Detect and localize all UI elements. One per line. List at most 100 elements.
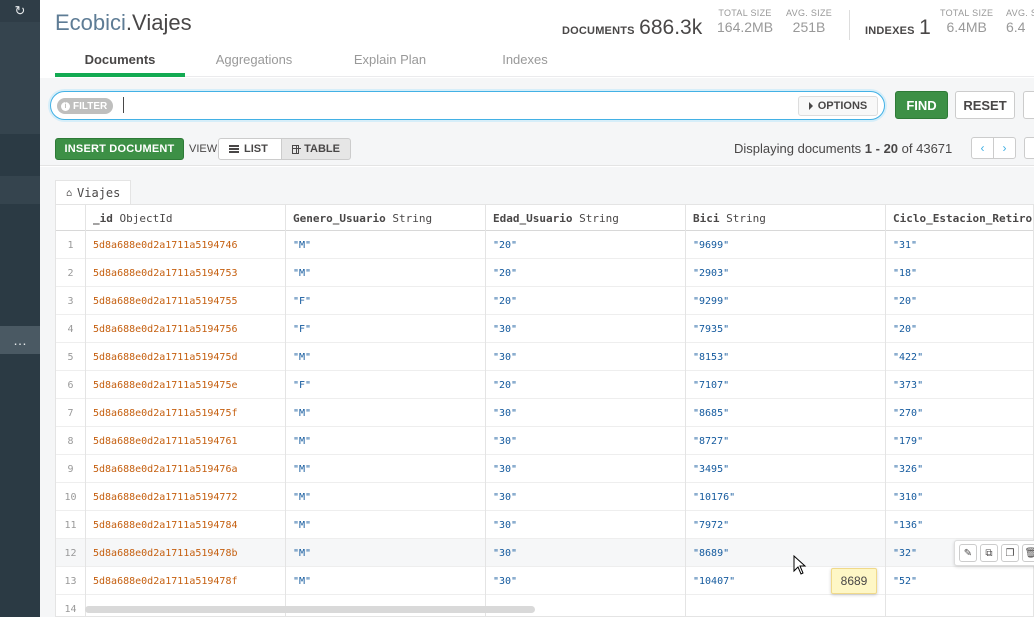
cell-bici[interactable]: "9299" bbox=[686, 287, 886, 315]
cell-edad[interactable]: "30" bbox=[486, 399, 686, 427]
cell-ciclo[interactable]: "270" bbox=[886, 399, 1033, 427]
table-row[interactable]: 2 5d8a688e0d2a1711a5194753 "M" "20" "290… bbox=[56, 259, 1033, 287]
cell-id[interactable]: 5d8a688e0d2a1711a5194753 bbox=[86, 259, 286, 287]
cell-edad[interactable]: "20" bbox=[486, 259, 686, 287]
cell-edad[interactable]: "20" bbox=[486, 231, 686, 259]
column-header[interactable]: Edad_Usuario String bbox=[486, 205, 686, 231]
cell-bici[interactable]: "3495" bbox=[686, 455, 886, 483]
cell-ciclo[interactable]: "179" bbox=[886, 427, 1033, 455]
cell-bici[interactable]: "7935" bbox=[686, 315, 886, 343]
table-row[interactable]: 6 5d8a688e0d2a1711a519475e "F" "20" "710… bbox=[56, 371, 1033, 399]
cell-genero[interactable]: "M" bbox=[286, 231, 486, 259]
cell-ciclo[interactable]: "422" bbox=[886, 343, 1033, 371]
cell-bici[interactable]: "8685" bbox=[686, 399, 886, 427]
cell-bici[interactable]: "2903" bbox=[686, 259, 886, 287]
delete-icon[interactable]: 🗑 bbox=[1022, 544, 1034, 562]
cell-ciclo[interactable]: "20" bbox=[886, 287, 1033, 315]
tab-documents[interactable]: Documents bbox=[55, 47, 185, 77]
filter-bar[interactable]: i FILTER OPTIONS bbox=[50, 91, 885, 120]
column-header[interactable]: _id ObjectId bbox=[86, 205, 286, 231]
cell-genero[interactable]: "M" bbox=[286, 427, 486, 455]
cell-bici[interactable]: "9699" bbox=[686, 231, 886, 259]
table-row[interactable]: 11 5d8a688e0d2a1711a5194784 "M" "30" "79… bbox=[56, 511, 1033, 539]
cell-genero[interactable]: "M" bbox=[286, 259, 486, 287]
table-row[interactable]: 9 5d8a688e0d2a1711a519476a "M" "30" "349… bbox=[56, 455, 1033, 483]
cell-edad[interactable]: "30" bbox=[486, 343, 686, 371]
chevron-right-icon[interactable]: › bbox=[993, 137, 1016, 159]
cell-id[interactable]: 5d8a688e0d2a1711a519475f bbox=[86, 399, 286, 427]
cell-bici[interactable]: "7972" bbox=[686, 511, 886, 539]
clone-icon[interactable]: ⧉ bbox=[980, 544, 998, 562]
cell-genero[interactable]: "F" bbox=[286, 287, 486, 315]
table-row[interactable]: 10 5d8a688e0d2a1711a5194772 "M" "30" "10… bbox=[56, 483, 1033, 511]
collection-breadcrumb-tab[interactable]: ⌂ Viajes bbox=[55, 180, 132, 205]
cell-id[interactable]: 5d8a688e0d2a1711a5194755 bbox=[86, 287, 286, 315]
cell-ciclo[interactable]: "310" bbox=[886, 483, 1033, 511]
cell-bici[interactable]: "10176" bbox=[686, 483, 886, 511]
cell-edad[interactable]: "30" bbox=[486, 427, 686, 455]
horizontal-scrollbar[interactable] bbox=[85, 606, 535, 613]
copy-icon[interactable]: ❐ bbox=[1001, 544, 1019, 562]
cell-id[interactable]: 5d8a688e0d2a1711a5194756 bbox=[86, 315, 286, 343]
table-row[interactable]: 7 5d8a688e0d2a1711a519475f "M" "30" "868… bbox=[56, 399, 1033, 427]
refresh-icon[interactable]: ↻ bbox=[0, 0, 40, 22]
pagination-extra-button[interactable] bbox=[1024, 137, 1034, 159]
cell-id[interactable]: 5d8a688e0d2a1711a519476a bbox=[86, 455, 286, 483]
cell-genero[interactable]: "M" bbox=[286, 399, 486, 427]
cell-ciclo[interactable] bbox=[886, 595, 1033, 616]
table-row[interactable]: 1 5d8a688e0d2a1711a5194746 "M" "20" "969… bbox=[56, 231, 1033, 259]
reset-button[interactable]: RESET bbox=[955, 91, 1015, 119]
cell-id[interactable]: 5d8a688e0d2a1711a519478b bbox=[86, 539, 286, 567]
cell-bici[interactable]: "7107" bbox=[686, 371, 886, 399]
column-header[interactable]: Genero_Usuario String bbox=[286, 205, 486, 231]
table-row[interactable]: 4 5d8a688e0d2a1711a5194756 "F" "30" "793… bbox=[56, 315, 1033, 343]
cell-edad[interactable]: "30" bbox=[486, 539, 686, 567]
cell-edad[interactable]: "30" bbox=[486, 567, 686, 595]
cell-id[interactable]: 5d8a688e0d2a1711a5194746 bbox=[86, 231, 286, 259]
edit-icon[interactable]: ✎ bbox=[959, 544, 977, 562]
list-view-button[interactable]: LIST bbox=[218, 138, 282, 160]
cell-edad[interactable]: "20" bbox=[486, 371, 686, 399]
table-row[interactable]: 13 5d8a688e0d2a1711a519478f "M" "30" "10… bbox=[56, 567, 1033, 595]
cell-id[interactable]: 5d8a688e0d2a1711a5194761 bbox=[86, 427, 286, 455]
cell-bici[interactable]: "8689" bbox=[686, 539, 886, 567]
chevron-left-icon[interactable]: ‹ bbox=[971, 137, 994, 159]
cell-bici[interactable] bbox=[686, 595, 886, 616]
table-row[interactable]: 5 5d8a688e0d2a1711a519475d "M" "30" "815… bbox=[56, 343, 1033, 371]
cell-genero[interactable]: "M" bbox=[286, 455, 486, 483]
cell-ciclo[interactable]: "52" bbox=[886, 567, 1033, 595]
cell-id[interactable]: 5d8a688e0d2a1711a519475e bbox=[86, 371, 286, 399]
query-history-button[interactable] bbox=[1023, 91, 1034, 119]
insert-document-button[interactable]: INSERT DOCUMENT bbox=[55, 138, 184, 160]
cell-ciclo[interactable]: "373" bbox=[886, 371, 1033, 399]
table-row[interactable]: 3 5d8a688e0d2a1711a5194755 "F" "20" "929… bbox=[56, 287, 1033, 315]
cell-genero[interactable]: "F" bbox=[286, 315, 486, 343]
cell-edad[interactable]: "30" bbox=[486, 455, 686, 483]
sidebar-more-button[interactable]: … bbox=[0, 326, 40, 354]
cell-bici[interactable]: "8153" bbox=[686, 343, 886, 371]
tab-aggregations[interactable]: Aggregations bbox=[198, 47, 310, 77]
cell-edad[interactable]: "30" bbox=[486, 511, 686, 539]
cell-genero[interactable]: "M" bbox=[286, 343, 486, 371]
cell-id[interactable]: 5d8a688e0d2a1711a519478f bbox=[86, 567, 286, 595]
table-row[interactable]: 12 5d8a688e0d2a1711a519478b "M" "30" "86… bbox=[56, 539, 1033, 567]
cell-id[interactable]: 5d8a688e0d2a1711a519475d bbox=[86, 343, 286, 371]
cell-genero[interactable]: "M" bbox=[286, 483, 486, 511]
table-row[interactable]: 8 5d8a688e0d2a1711a5194761 "M" "30" "872… bbox=[56, 427, 1033, 455]
cell-genero[interactable]: "F" bbox=[286, 371, 486, 399]
cell-edad[interactable]: "30" bbox=[486, 315, 686, 343]
cell-edad[interactable]: "20" bbox=[486, 287, 686, 315]
tab-indexes[interactable]: Indexes bbox=[485, 47, 565, 77]
filter-input[interactable] bbox=[129, 96, 789, 115]
cell-edad[interactable]: "30" bbox=[486, 483, 686, 511]
options-button[interactable]: OPTIONS bbox=[798, 96, 878, 116]
cell-ciclo[interactable]: "20" bbox=[886, 315, 1033, 343]
cell-ciclo[interactable]: "31" bbox=[886, 231, 1033, 259]
cell-genero[interactable]: "M" bbox=[286, 567, 486, 595]
cell-id[interactable]: 5d8a688e0d2a1711a5194772 bbox=[86, 483, 286, 511]
cell-ciclo[interactable]: "136" bbox=[886, 511, 1033, 539]
cell-ciclo[interactable]: "18" bbox=[886, 259, 1033, 287]
column-header[interactable]: Bici String bbox=[686, 205, 886, 231]
cell-id[interactable]: 5d8a688e0d2a1711a5194784 bbox=[86, 511, 286, 539]
find-button[interactable]: FIND bbox=[895, 91, 948, 119]
